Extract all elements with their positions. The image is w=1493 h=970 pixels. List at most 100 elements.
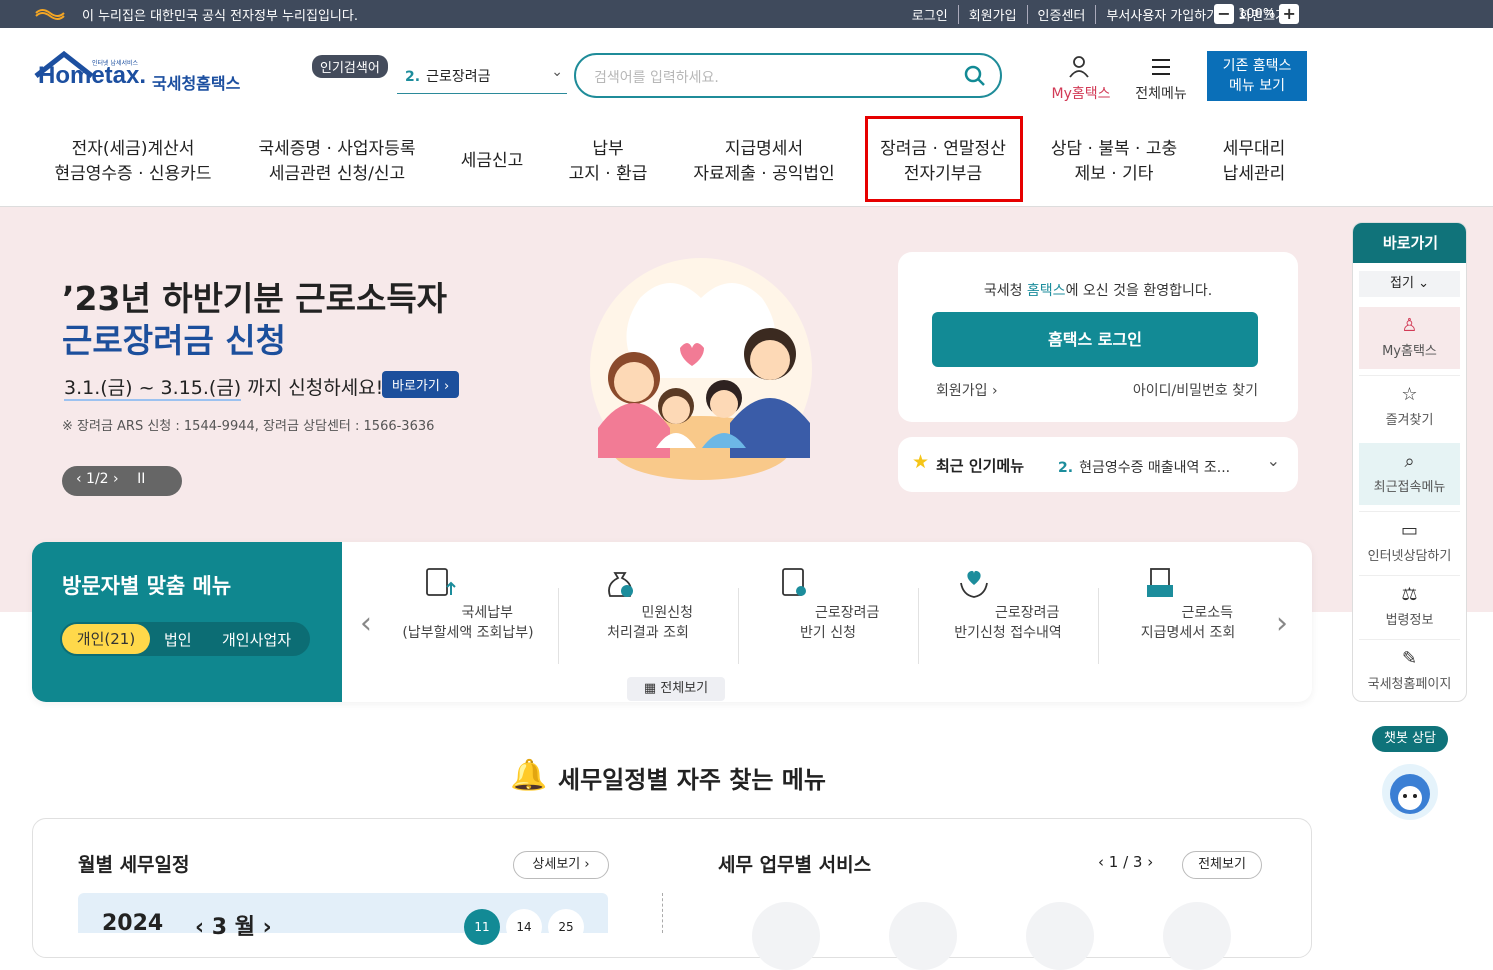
visitor-menu-header: 방문자별 맞춤 메뉴 개인(21) 법인 개인사업자 [32,542,342,702]
certificate-icon [781,568,806,596]
nav-tax-agent[interactable]: 세무대리 납세관리 [1214,137,1294,187]
old-hometax-menu-button[interactable]: 기존 홈택스 메뉴 보기 [1207,51,1307,101]
nav-payment[interactable]: 납부 고지 · 환급 [560,137,656,187]
popular-menu-box[interactable]: ★ 최근 인기메뉴 2. 현금영수증 매출내역 조... ⌄ [898,437,1298,492]
visitor-item-tax-payment[interactable]: 국세납부 (납부할세액 조회납부) [378,565,558,643]
quick-links-sidebar: 바로가기 접기 ⌄ ♙ My홈택스 ☆ 즐겨찾기 ⌕ 최근접속메뉴 ▭ 인터넷상담하기 … [1352,222,1467,702]
hero-period: 3.1.(금) ~ 3.15.(금) 까지 신청하세요! [64,377,384,401]
calendar-month[interactable]: ‹ 3 월 › [195,909,272,941]
visitor-all-view-button[interactable]: ▦ 전체보기 [627,677,725,701]
chatbot-mascot-icon[interactable] [1382,764,1438,820]
all-menu-label: 전체메뉴 [1135,86,1187,102]
zoom-out-button[interactable]: − [1214,4,1234,24]
hometax-login-button[interactable]: 홈택스 로그인 [932,312,1258,367]
hero-line2: 근로장려금 신청 [62,321,287,360]
all-menu-button[interactable]: 전체메뉴 [1130,55,1192,103]
service-icon[interactable] [752,902,820,970]
hero-go-button[interactable]: 바로가기 › [382,371,460,398]
signup-link[interactable]: 회원가입 [957,5,1027,24]
find-id-password-link[interactable]: 아이디/비밀번호 찾기 [1133,380,1258,400]
visitor-item-incentive-receipt[interactable]: 근로장려금 반기신청 접수내역 [918,565,1098,643]
popular-menu-item[interactable]: 2. 현금영수증 매출내역 조... [1058,457,1230,477]
old-menu-line1: 기존 홈택스 [1222,58,1292,74]
chevron-left-icon[interactable]: ‹ [360,606,372,641]
visitor-item-earned-income-incentive[interactable]: 근로장려금 반기 신청 [738,565,918,643]
sidebar-item-internet-consult[interactable]: ▭ 인터넷상담하기 [1359,511,1460,573]
laptop-icon: ▭ [1400,520,1418,541]
nav-consultation[interactable]: 상담 · 불복 · 고충 제보 · 기타 [1044,137,1184,187]
calendar-year: 2024 [102,911,164,936]
gavel-icon: ⚖ [1401,584,1418,605]
calendar-day[interactable]: 11 [464,909,500,945]
star-outline-icon: ☆ [1401,384,1418,405]
popular-keyword: 근로장려금 [426,69,491,85]
chevron-down-icon[interactable]: ⌄ [1267,451,1280,470]
sidebar-title: 바로가기 [1353,223,1466,263]
visitor-menu-title: 방문자별 맞춤 메뉴 [62,574,232,598]
tax-service-title: 세무 업무별 서비스 [718,854,872,876]
login-box: 국세청 홈택스에 오신 것을 환영합니다. 홈택스 로그인 회원가입 › 아이디… [898,252,1298,422]
popular-search-badge: 인기검색어 [312,55,388,78]
sidebar-fold-button[interactable]: 접기 ⌄ [1359,271,1460,297]
sidebar-item-favorites[interactable]: ☆ 즐겨찾기 [1359,375,1460,437]
sidebar-item-recent-menu[interactable]: ⌕ 최근접속메뉴 [1359,443,1460,505]
service-icon[interactable] [1163,902,1231,970]
dept-user-signup-link[interactable]: 부서사용자 가입하기 [1095,5,1228,24]
visitor-tabs: 개인(21) 법인 개인사업자 [60,622,310,656]
hometax-logo[interactable]: Hometax. [38,62,146,90]
search-icon[interactable] [964,65,986,87]
service-pager[interactable]: ‹ 1 / 3 › [1098,853,1153,871]
service-icon[interactable] [889,902,957,970]
search-placeholder: 검색어를 입력하세요. [594,70,719,86]
calendar-header: 2024 ‹ 3 월 › 11 14 25 [78,893,608,945]
service-icon[interactable] [1026,902,1094,970]
my-hometax-button[interactable]: My홈택스 [1046,55,1116,103]
money-bag-icon [608,572,633,597]
tab-sole-proprietor[interactable]: 개인사업자 [222,629,291,650]
popular-rank: 2. [405,69,421,85]
monthly-schedule-title: 월별 세무일정 [78,854,190,876]
zoom-level: 100% [1238,6,1276,22]
heart-hands-icon [959,570,988,598]
folder-document-icon [1147,568,1173,597]
detail-view-button[interactable]: 상세보기 › [513,851,609,879]
hero-line1: ’23년 하반기분 근로소득자 [62,279,448,318]
nav-tax-certificate[interactable]: 국세증명 · 사업자등록 세금관련 신청/신고 [252,137,422,187]
login-link[interactable]: 로그인 [902,5,958,24]
nav-highlight-box [865,116,1023,202]
nav-tax-filing[interactable]: 세금신고 [452,149,532,174]
visitor-item-earned-income-statement[interactable]: 근로소득 지급명세서 조회 [1098,565,1278,643]
hero-pager[interactable]: ‹ 1/2 › II [62,466,182,496]
zoom-control: − 100% + [1214,4,1300,24]
popular-keyword-select[interactable]: 2. 근로장려금 ⌄ [397,58,567,94]
logo-korean[interactable]: 국세청홈택스 [152,70,240,94]
hero-pager-label[interactable]: ‹ 1/2 › [76,471,119,487]
cert-center-link[interactable]: 인증센터 [1026,5,1096,24]
welcome-text: 국세청 홈택스에 오신 것을 환영합니다. [983,283,1213,299]
tab-individual[interactable]: 개인(21) [62,624,150,654]
search-input[interactable]: 검색어를 입력하세요. [574,53,1002,98]
old-menu-line2: 메뉴 보기 [1229,78,1285,94]
service-all-view-button[interactable]: 전체보기 [1182,851,1262,879]
schedule-section-title: 세무일정별 자주 찾는 메뉴 [558,766,826,794]
star-icon: ★ [912,451,930,473]
calendar-day[interactable]: 14 [506,909,542,945]
tab-corporation[interactable]: 법인 [164,629,192,650]
document-upload-icon [426,568,456,596]
nav-e-invoice[interactable]: 전자(세금)계산서 현금영수증 · 신용카드 [50,137,216,187]
zoom-in-button[interactable]: + [1279,4,1300,24]
sidebar-item-nts-homepage[interactable]: ✎ 국세청홈페이지 [1359,639,1460,701]
family-illustration [590,258,812,480]
pause-icon[interactable]: II [137,471,145,487]
chevron-down-icon: ⌄ [551,64,563,80]
nav-payment-statement[interactable]: 지급명세서 자료제출 · 공익법인 [688,137,840,187]
gov-notice: 이 누리집은 대한민국 공식 전자정부 누리집입니다. [82,9,358,24]
calendar-day[interactable]: 25 [548,909,584,945]
section-divider [662,893,663,933]
edit-document-icon: ✎ [1401,648,1418,669]
sidebar-item-my-hometax[interactable]: ♙ My홈택스 [1359,307,1460,369]
sidebar-item-law-info[interactable]: ⚖ 법령정보 [1359,575,1460,637]
visitor-item-civil-petition[interactable]: 민원신청 처리결과 조회 [558,565,738,643]
chatbot-button[interactable]: 챗봇 상담 [1372,726,1448,752]
join-link[interactable]: 회원가입 › [936,380,998,400]
